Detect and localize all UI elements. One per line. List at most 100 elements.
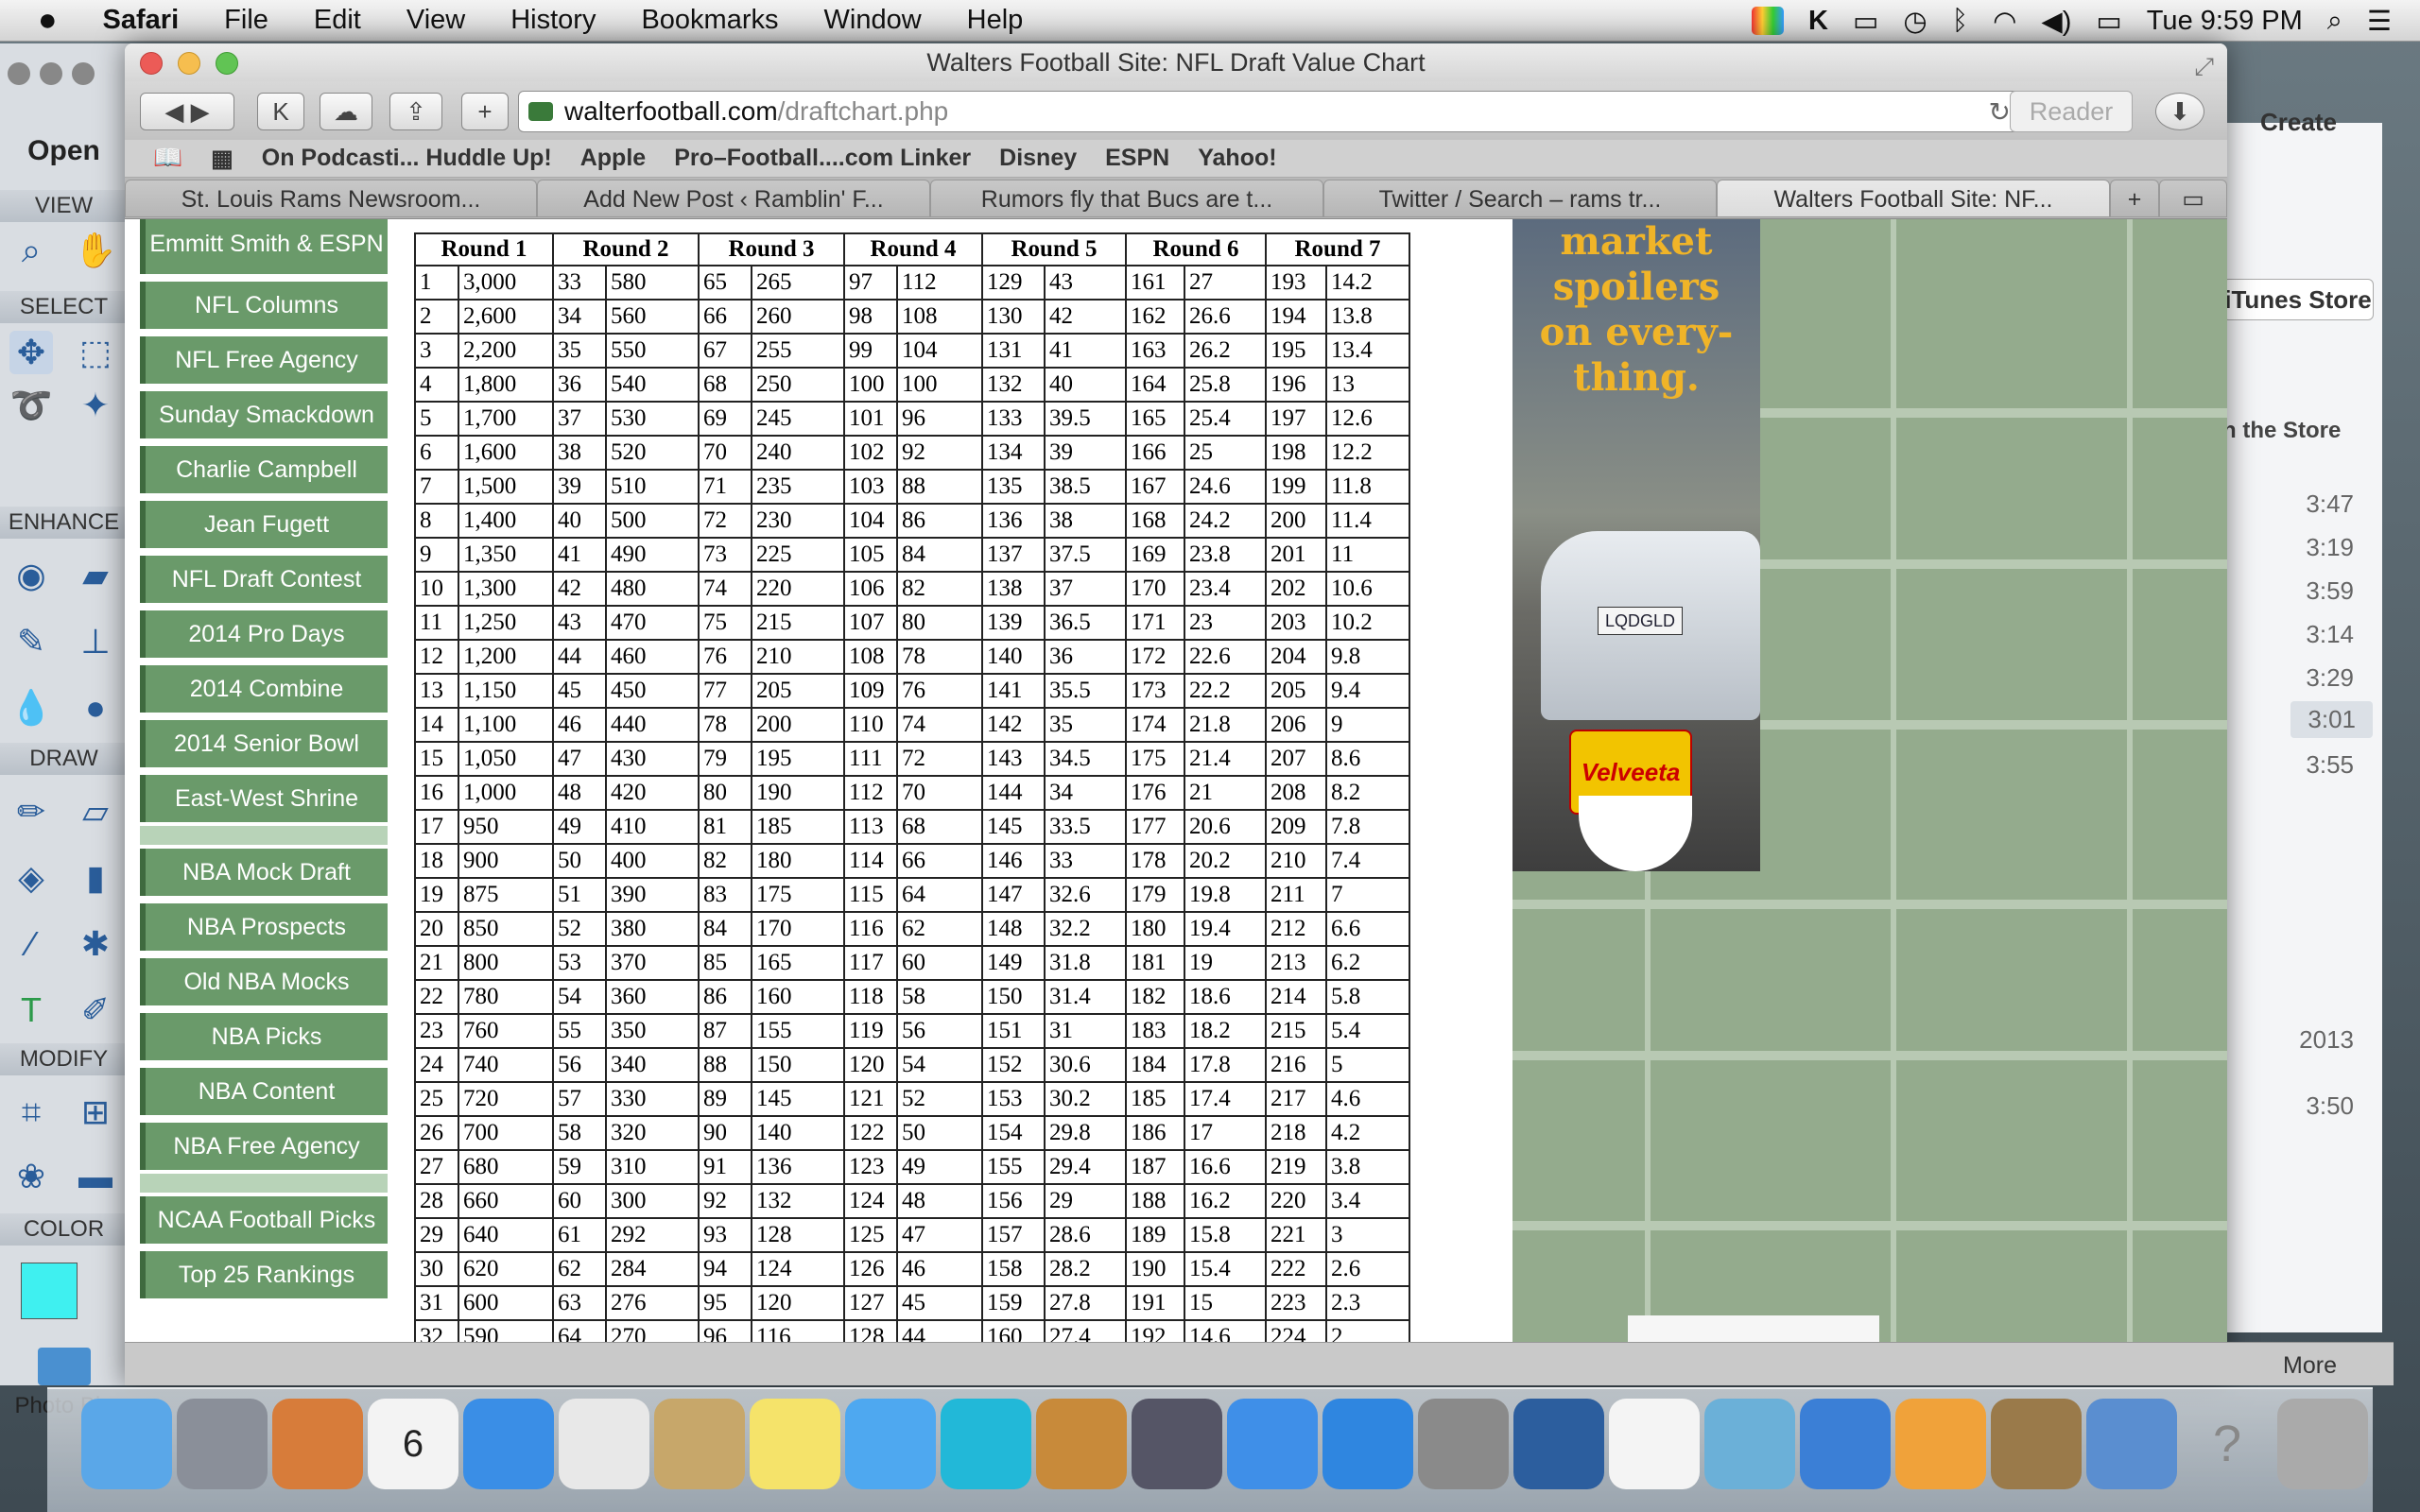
paint-bucket-icon[interactable]: ◈ (9, 856, 53, 900)
icloud-tabs-icon[interactable]: ☁ (320, 93, 372, 130)
launchpad-icon[interactable] (177, 1399, 268, 1489)
menu-app-name[interactable]: Safari (103, 5, 180, 36)
clone-stamp-icon[interactable]: ⊥ (74, 620, 117, 663)
spotlight-icon[interactable]: ⌕ (2327, 6, 2342, 37)
zoom-window-icon[interactable] (216, 52, 238, 75)
new-tab-plus-icon[interactable]: + (461, 93, 509, 130)
top-sites-icon[interactable]: ▦ (211, 145, 233, 173)
script-editor-icon[interactable] (1513, 1399, 1604, 1489)
notification-center-icon[interactable]: ☰ (2367, 5, 2392, 38)
nav-link[interactable]: 2014 Pro Days (140, 610, 388, 658)
nav-link[interactable]: NBA Content (140, 1068, 388, 1115)
content-aware-move-icon[interactable]: ❀ (9, 1155, 53, 1198)
nav-link[interactable]: NCAA Football Picks (140, 1196, 388, 1244)
nav-link[interactable]: NBA Picks (140, 1013, 388, 1060)
nav-link[interactable]: 2014 Combine (140, 665, 388, 713)
menu-bookmarks[interactable]: Bookmarks (641, 5, 778, 36)
stickies-icon[interactable] (750, 1399, 840, 1489)
finder-icon[interactable] (81, 1399, 172, 1489)
bookmark-item[interactable]: On Podcasti... Huddle Up! (262, 145, 552, 172)
nav-link[interactable]: NFL Draft Contest (140, 556, 388, 603)
preview-icon[interactable] (272, 1399, 363, 1489)
velveeta-ad[interactable]: market spoilers on every- thing. LQDGLD … (1512, 219, 1760, 871)
iphoto-icon[interactable] (2086, 1399, 2177, 1489)
menu-file[interactable]: File (224, 5, 268, 36)
create-menu[interactable]: Create (2260, 108, 2337, 137)
fullscreen-icon[interactable]: ⤢ (2194, 47, 2214, 85)
recompose-tool-icon[interactable]: ⊞ (74, 1091, 117, 1134)
red-eye-tool-icon[interactable]: ◉ (9, 554, 53, 597)
lasso-tool-icon[interactable]: ➰ (9, 384, 53, 427)
downloads-icon[interactable]: ⬇ (2155, 93, 2204, 130)
menu-help[interactable]: Help (967, 5, 1024, 36)
ns-app-icon[interactable] (1609, 1399, 1700, 1489)
keynote-icon[interactable] (1800, 1399, 1891, 1489)
track-time-selected[interactable]: 3:01 (2290, 701, 2373, 738)
help-icon[interactable]: ? (2182, 1399, 2273, 1489)
bookmark-item[interactable]: ESPN (1105, 145, 1169, 172)
k-extension-icon[interactable]: K (257, 93, 304, 130)
itunes-icon[interactable] (1227, 1399, 1318, 1489)
airplay-icon[interactable]: ▭ (1853, 5, 1878, 38)
facetime-icon[interactable] (1132, 1399, 1222, 1489)
menu-view[interactable]: View (406, 5, 465, 36)
back-forward-buttons[interactable]: ◀ ▶ (140, 93, 234, 130)
blur-tool-icon[interactable]: 💧 (9, 686, 53, 730)
pse-close-icon[interactable] (8, 62, 30, 85)
nav-link[interactable]: NBA Free Agency (140, 1123, 388, 1170)
nav-link[interactable]: East-West Shrine (140, 775, 388, 822)
trash-icon[interactable] (2277, 1399, 2368, 1489)
open-button[interactable]: Open (0, 127, 128, 176)
k-app-icon[interactable]: K (1808, 6, 1828, 37)
nav-link[interactable]: NBA Mock Draft (140, 849, 388, 896)
tab-twitter-search[interactable]: Twitter / Search – rams tr... (1323, 180, 1717, 217)
bluetooth-icon[interactable]: ᛒ (1952, 6, 1968, 37)
nav-link[interactable]: Top 25 Rankings (140, 1251, 388, 1298)
pencil-tool-icon[interactable]: ✐ (74, 988, 117, 1032)
system-preferences-icon[interactable] (1418, 1399, 1509, 1489)
calendar-icon[interactable]: 6 (368, 1399, 458, 1489)
straighten-tool-icon[interactable]: ▬ (74, 1155, 117, 1198)
apple-menu-icon[interactable]: ● (38, 2, 58, 39)
nav-link[interactable]: Old NBA Mocks (140, 958, 388, 1005)
foreground-color-swatch[interactable] (21, 1263, 78, 1319)
minimize-window-icon[interactable] (178, 52, 200, 75)
itunes-store-button[interactable]: iTunes Store (2222, 279, 2374, 320)
brush-tool-icon[interactable]: ✏ (9, 790, 53, 833)
nav-link[interactable]: Emmitt Smith & ESPN (140, 219, 388, 274)
move-tool-icon[interactable]: ✥ (9, 331, 53, 374)
clock[interactable]: Tue 9:59 PM (2147, 6, 2303, 37)
more-button[interactable]: More (2283, 1352, 2337, 1380)
bookmark-item[interactable]: Disney (999, 145, 1077, 172)
eyedropper-icon[interactable]: ⁄ (9, 922, 53, 966)
bookmark-item[interactable]: Pro–Football....com Linker (674, 145, 971, 172)
app-store-icon[interactable] (1322, 1399, 1413, 1489)
marquee-tool-icon[interactable]: ⬚ (74, 331, 117, 374)
healing-brush-icon[interactable]: ▰ (74, 554, 117, 597)
sponge-tool-icon[interactable]: ● (74, 686, 117, 730)
mail-icon[interactable] (559, 1399, 649, 1489)
nav-link[interactable]: Charlie Campbell (140, 446, 388, 493)
menu-window[interactable]: Window (824, 5, 922, 36)
nav-link[interactable]: NFL Columns (140, 282, 388, 329)
safari-icon[interactable] (463, 1399, 554, 1489)
gradient-tool-icon[interactable]: ▮ (74, 856, 117, 900)
nav-link[interactable]: 2014 Senior Bowl (140, 720, 388, 767)
new-tab-icon[interactable]: + (2110, 180, 2159, 217)
bookmark-item[interactable]: Yahoo! (1198, 145, 1276, 172)
share-icon[interactable]: ⇪ (389, 93, 442, 130)
eraser-tool-icon[interactable]: ▱ (74, 790, 117, 833)
color-app-icon[interactable] (1752, 7, 1785, 35)
garageband-icon[interactable] (1036, 1399, 1127, 1489)
notes-icon[interactable] (654, 1399, 745, 1489)
custom-shape-icon[interactable]: ✱ (74, 922, 117, 966)
tab-rams-newsroom[interactable]: St. Louis Rams Newsroom... (125, 180, 537, 217)
tab-overview-icon[interactable]: ▭ (2159, 180, 2227, 217)
volume-icon[interactable]: ◀) (2041, 5, 2071, 38)
time-machine-icon[interactable]: ◷ (1903, 5, 1927, 38)
photo-booth-icon[interactable] (1704, 1399, 1795, 1489)
battery-icon[interactable]: ▭ (2096, 5, 2121, 38)
nav-link[interactable]: NFL Free Agency (140, 336, 388, 384)
zoom-tool-icon[interactable]: ⌕ (9, 229, 53, 272)
menu-edit[interactable]: Edit (314, 5, 361, 36)
